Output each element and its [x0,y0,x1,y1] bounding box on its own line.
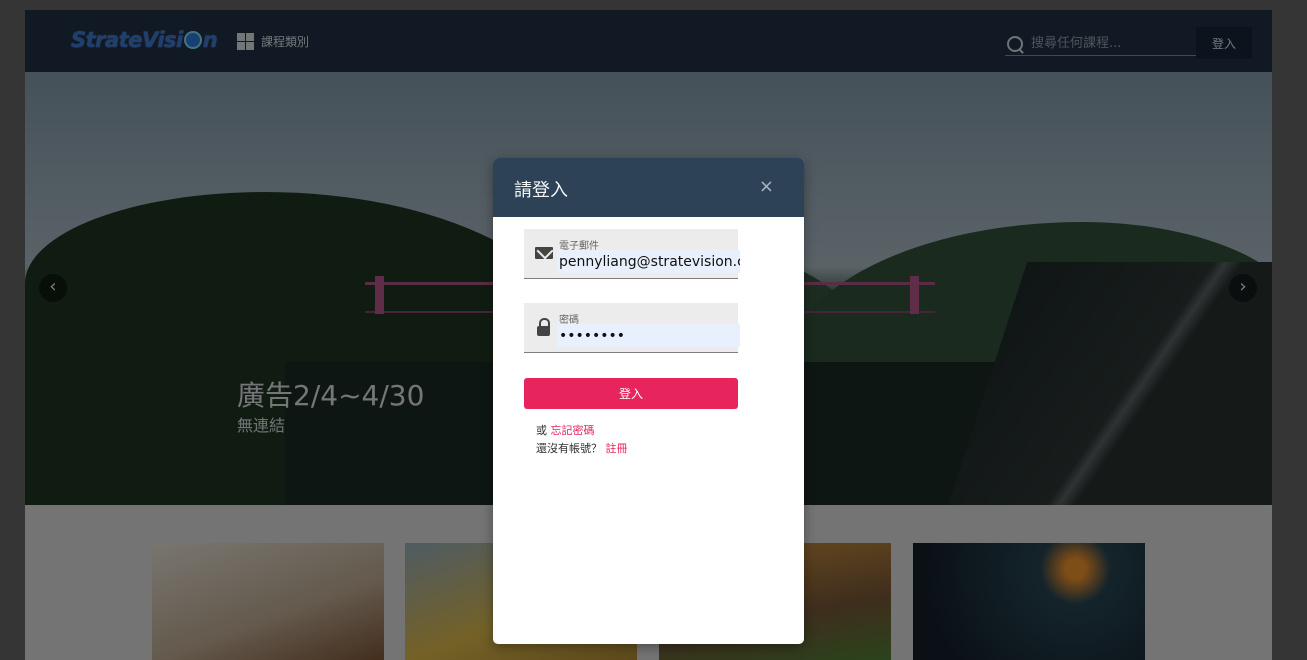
lock-icon [537,318,550,336]
submit-login-button[interactable]: 登入 [524,378,738,409]
modal-title: 請登入 [514,180,568,201]
signup-line: 還沒有帳號？ 註冊 [536,440,628,456]
password-field[interactable]: 密碼 [524,303,740,353]
email-input[interactable] [557,250,740,273]
login-modal: 請登入 × 電子郵件 密碼 登入 或 忘記密碼 還沒有帳號？ 註冊 [493,158,804,644]
signup-link[interactable]: 註冊 [606,442,628,455]
email-field[interactable]: 電子郵件 [524,229,740,279]
signup-prefix: 還沒有帳號？ [536,442,602,455]
forgot-password-line: 或 忘記密碼 [536,422,595,438]
close-icon[interactable]: × [759,176,774,197]
forgot-password-link[interactable]: 忘記密碼 [551,424,595,437]
password-input[interactable] [557,324,740,347]
forgot-prefix: 或 [536,424,547,437]
mail-icon [535,247,553,259]
modal-header: 請登入 × [493,158,804,217]
